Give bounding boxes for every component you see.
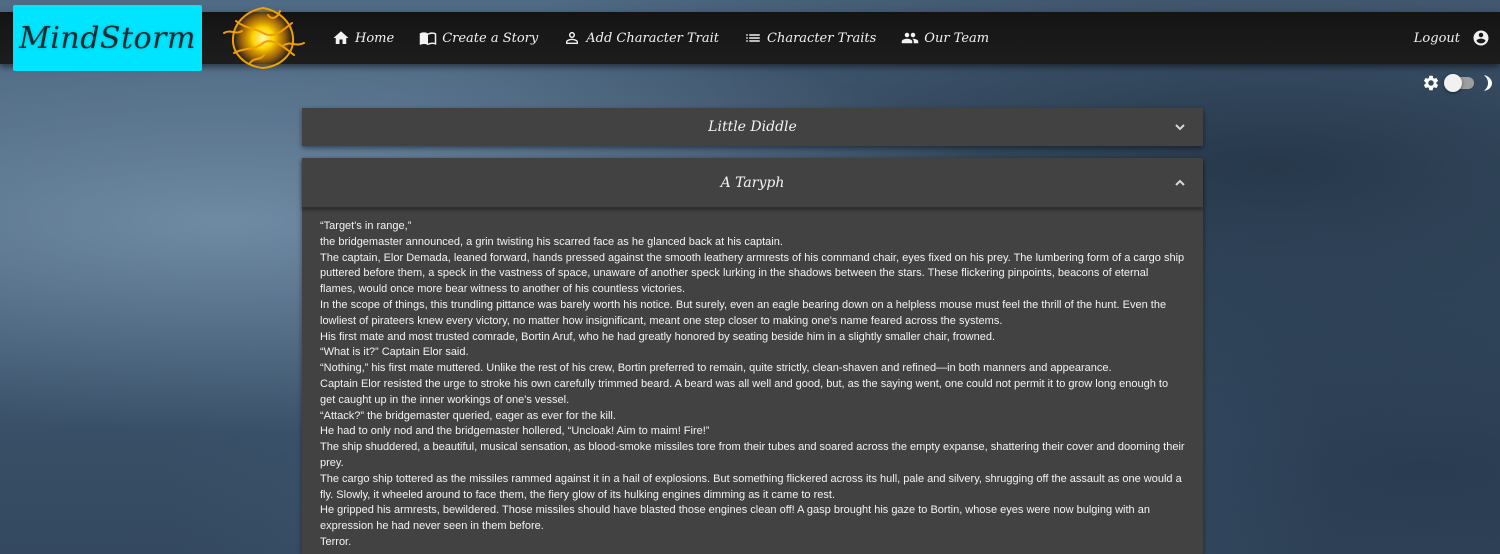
story-panel-little-diddle: Little Diddle (302, 108, 1203, 146)
nav-our-team-label: Our Team (924, 30, 990, 46)
list-icon (746, 34, 760, 42)
story-paragraph: The ship shuddered, a beautiful, musical… (320, 441, 1185, 469)
story-paragraph: “Target's in range,” (320, 220, 412, 232)
story-paragraph: “Attack?” the bridgemaster queried, eage… (320, 409, 616, 422)
nav-character-traits[interactable]: Character Traits (744, 29, 876, 47)
nav-character-traits-label: Character Traits (767, 30, 877, 46)
chevron-up-icon[interactable] (1173, 176, 1187, 190)
story-title: A Taryph (720, 174, 785, 191)
nav-create-story[interactable]: Create a Story (419, 29, 538, 47)
nav-add-character-trait[interactable]: Add Character Trait (563, 29, 719, 47)
person-icon (566, 32, 579, 44)
brand-name: MindStorm (19, 20, 196, 56)
story-panel-a-taryph: A Taryph “Target's in range,” the bridge… (302, 158, 1203, 554)
brand-logo[interactable]: MindStorm (13, 5, 202, 71)
chevron-down-icon[interactable] (1173, 120, 1187, 134)
story-paragraph: He gripped his armrests, bewildered. Tho… (320, 504, 1150, 533)
nav-home[interactable]: Home (332, 29, 394, 47)
nav-create-story-label: Create a Story (442, 30, 539, 46)
story-paragraph: The cargo ship tottered as the missiles … (320, 472, 1182, 501)
story-paragraph: In the scope of things, this trundling p… (320, 298, 1167, 327)
nav-our-team[interactable]: Our Team (901, 29, 989, 47)
story-header-little-diddle[interactable]: Little Diddle (302, 108, 1203, 146)
home-icon (333, 31, 349, 44)
story-paragraph: the bridgemaster announced, a grin twist… (320, 235, 783, 248)
story-paragraph: The captain, Elor Demada, leaned forward… (320, 251, 1185, 296)
main-nav: Home Create a Story Add Character Trait … (332, 12, 1014, 64)
nav-add-character-trait-label: Add Character Trait (586, 30, 720, 46)
switch-knob (1444, 74, 1462, 92)
dark-mode-switch[interactable] (1444, 74, 1474, 92)
story-paragraph: Captain Elor resisted the urge to stroke… (320, 377, 1169, 406)
story-paragraph: Terror. (320, 535, 352, 548)
story-paragraph: “Nothing,” his first mate muttered. Unli… (320, 362, 1112, 375)
nav-home-label: Home (355, 30, 395, 46)
group-icon (902, 32, 919, 44)
story-title: Little Diddle (708, 119, 797, 135)
theme-toggle (1422, 74, 1494, 92)
storm-emblem-icon (223, 7, 305, 69)
story-paragraph: His first mate and most trusted comrade,… (320, 330, 995, 343)
story-body: “Target's in range,” the bridgemaster an… (302, 208, 1203, 551)
book-icon (419, 32, 437, 46)
story-header-a-taryph[interactable]: A Taryph (302, 158, 1203, 208)
moon-icon (1484, 75, 1492, 91)
logout-area: Logout (1414, 12, 1490, 64)
logout-link[interactable]: Logout (1414, 31, 1460, 46)
story-paragraph: He had to only nod and the bridgemaster … (320, 425, 710, 438)
gear-icon (1423, 75, 1439, 91)
story-paragraph: “What is it?” Captain Elor said. (320, 346, 469, 359)
account-circle-icon[interactable] (1472, 29, 1490, 47)
